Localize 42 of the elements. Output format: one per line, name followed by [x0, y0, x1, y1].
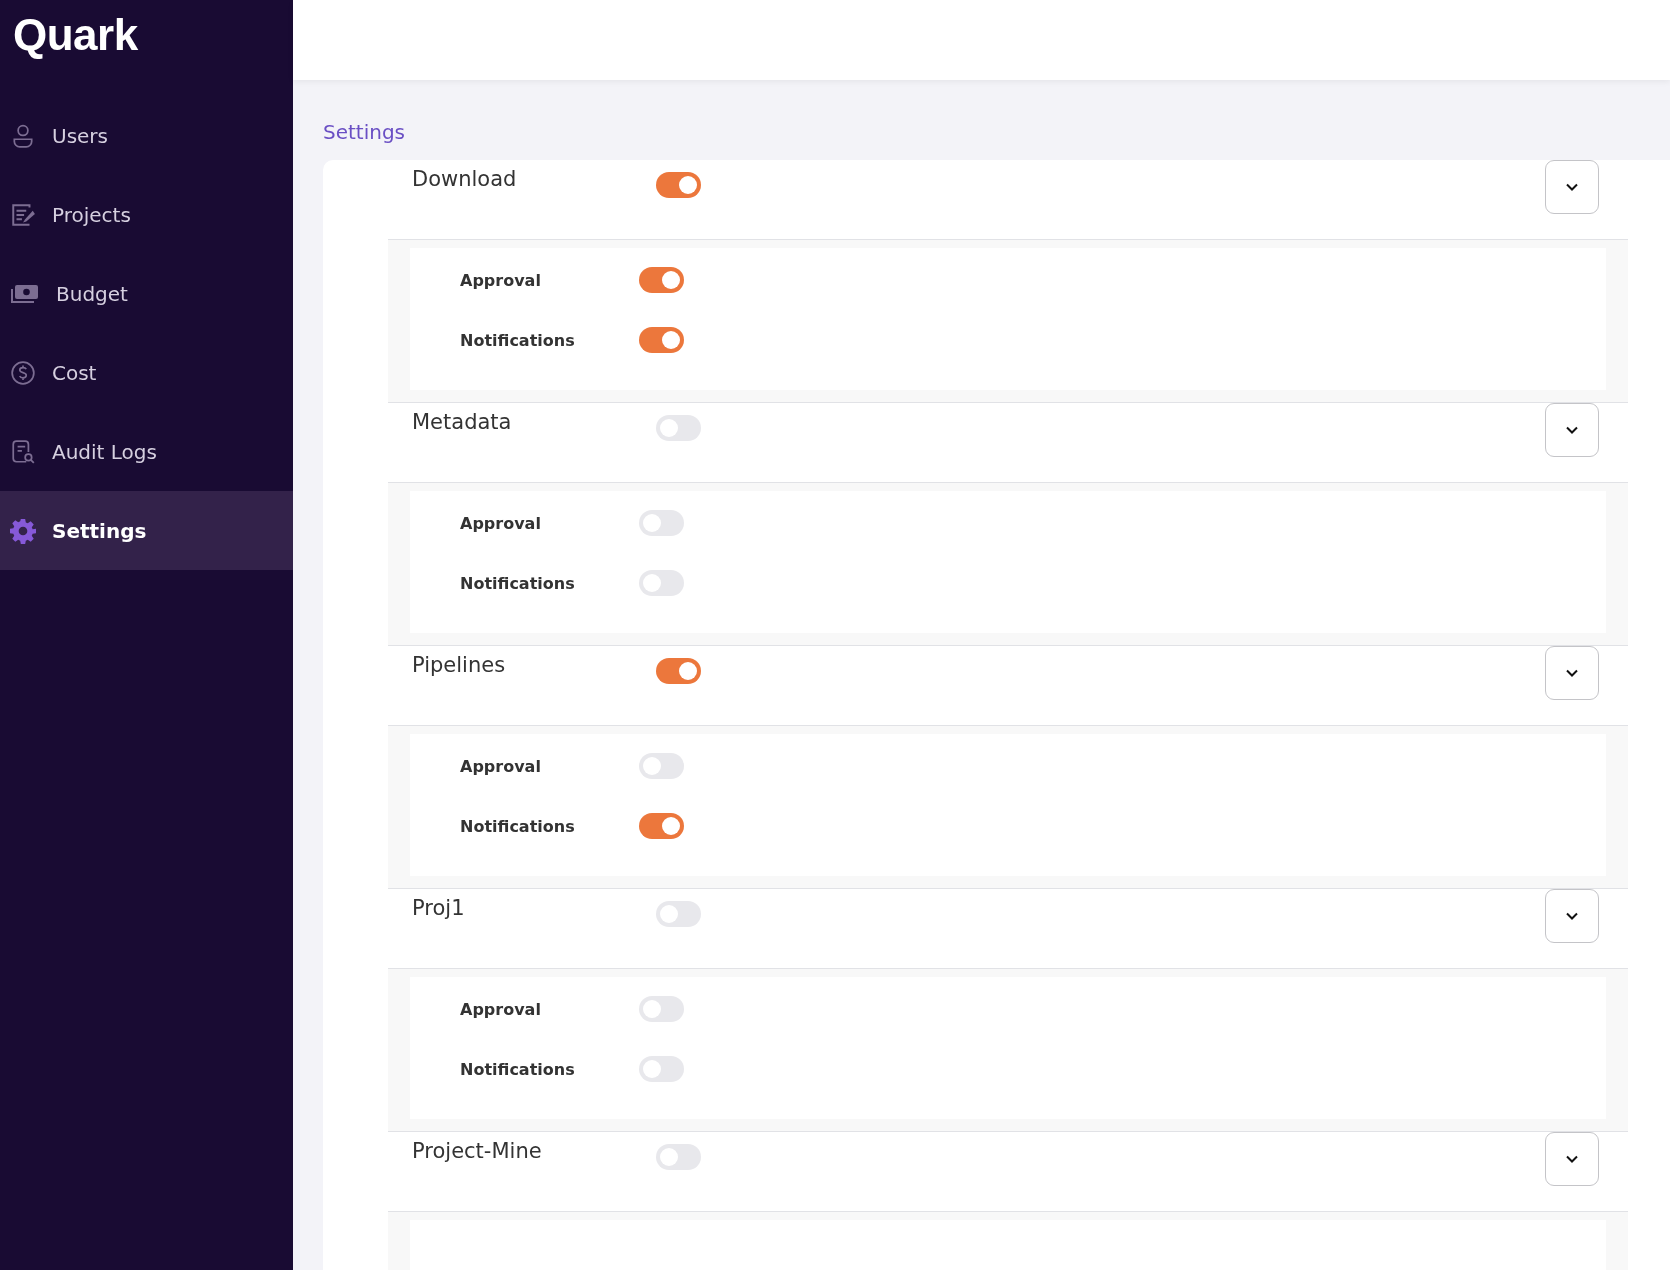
expand-button[interactable]	[1545, 403, 1599, 457]
expand-button[interactable]	[1545, 160, 1599, 214]
sidebar-item[interactable]: Users	[0, 96, 293, 175]
sidebar-label: Audit Logs	[52, 439, 157, 464]
sidebar-label: Budget	[56, 281, 128, 306]
setting-label: Approval	[460, 999, 542, 1019]
toggle-switch[interactable]	[639, 267, 684, 293]
expand-button[interactable]	[1545, 1132, 1599, 1186]
toggle-switch[interactable]	[639, 327, 684, 353]
section-title: Proj1	[412, 895, 466, 920]
section-title: Pipelines	[412, 652, 507, 677]
setting-label: Notifications	[460, 573, 576, 593]
toggle-switch[interactable]	[656, 172, 701, 198]
setting-label: Notifications	[460, 330, 576, 350]
dollar-icon	[10, 359, 36, 386]
setting-label: Approval	[460, 270, 542, 290]
document-search-icon	[10, 438, 36, 465]
settings-icon	[10, 517, 36, 544]
section-title: Metadata	[412, 409, 513, 434]
expand-button[interactable]	[1545, 646, 1599, 700]
sidebar-item[interactable]: Settings	[0, 491, 293, 570]
page-title: Settings	[323, 120, 407, 144]
setting-label: Approval	[460, 756, 542, 776]
user-icon	[10, 122, 36, 149]
sidebar-item[interactable]: Projects	[0, 175, 293, 254]
toggle-switch[interactable]	[639, 813, 684, 839]
section-title: Project-Mine	[412, 1138, 543, 1163]
setting-label: Approval	[460, 513, 542, 533]
setting-label: Notifications	[460, 1059, 576, 1079]
sidebar-label: Cost	[52, 360, 97, 385]
sidebar-label: Projects	[52, 202, 131, 227]
section-title: Download	[412, 166, 518, 191]
app-logo: Quark	[12, 9, 139, 61]
sidebar-label: Settings	[52, 518, 147, 543]
sidebar-item[interactable]: Budget	[0, 254, 293, 333]
expand-button[interactable]	[1545, 889, 1599, 943]
sidebar-item[interactable]: Audit Logs	[0, 412, 293, 491]
sidebar-item[interactable]: Cost	[0, 333, 293, 412]
sidebar-label: Users	[52, 123, 108, 148]
toggle-switch[interactable]	[656, 658, 701, 684]
setting-label: Notifications	[460, 816, 576, 836]
edit-document-icon	[10, 201, 36, 228]
